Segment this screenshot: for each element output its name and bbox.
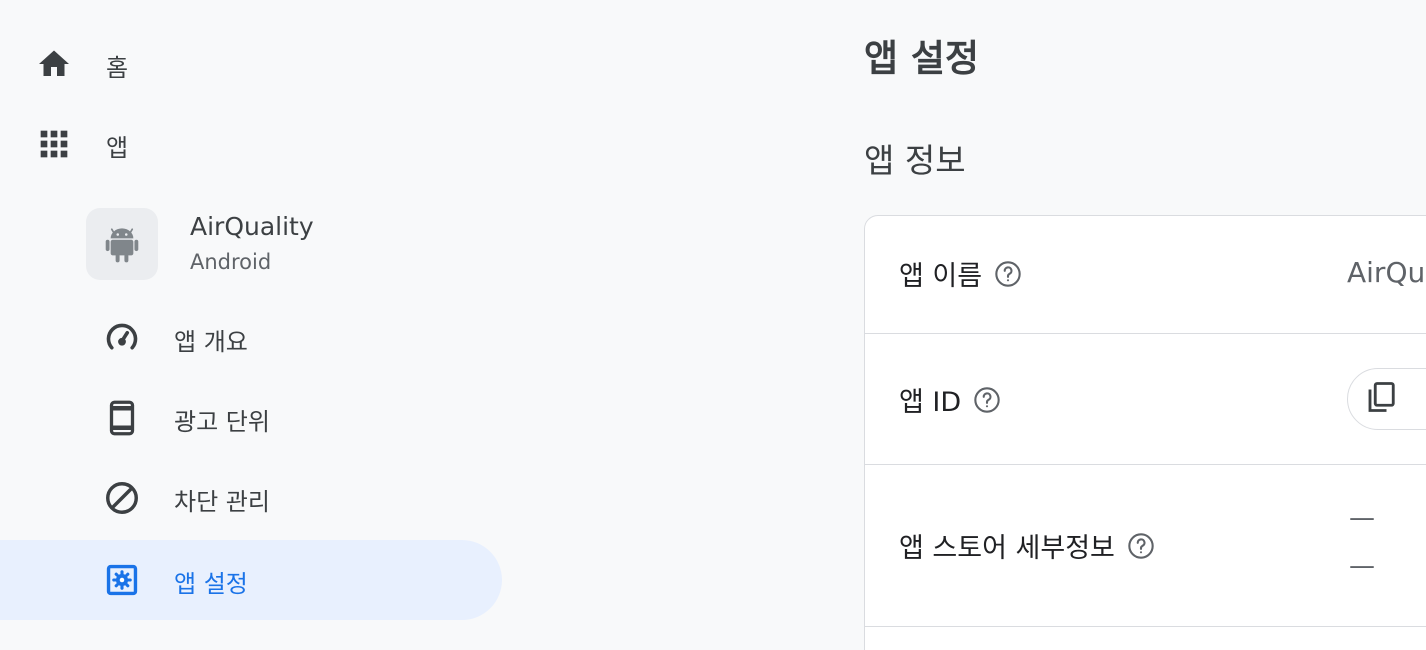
ad-unit-icon bbox=[104, 400, 140, 436]
app-name-row-label-wrap: 앱 이름 bbox=[899, 254, 1022, 293]
app-info-card: 앱 이름 AirQu 앱 ID 앱 스토어 세부정보 — — bbox=[864, 215, 1426, 650]
app-id-row-label: 앱 ID bbox=[899, 387, 962, 418]
nav-ad-units[interactable]: 광고 단위 bbox=[0, 378, 502, 458]
app-platform: Android bbox=[190, 250, 272, 274]
copy-app-id-button[interactable] bbox=[1347, 368, 1426, 430]
block-icon bbox=[104, 480, 140, 516]
app-root: 홈 앱 AirQuality Android 앱 개요 광고 단위 차단 관리 … bbox=[0, 0, 1426, 650]
sidebar: 홈 앱 AirQuality Android 앱 개요 광고 단위 차단 관리 … bbox=[0, 0, 520, 650]
nav-app-overview[interactable]: 앱 개요 bbox=[0, 298, 502, 378]
app-id-row-label-wrap: 앱 ID bbox=[899, 380, 1001, 419]
nav-apps-label: 앱 bbox=[106, 134, 129, 162]
selected-app[interactable]: AirQuality Android bbox=[86, 208, 506, 280]
nav-home[interactable]: 홈 bbox=[0, 29, 520, 99]
settings-app-icon bbox=[104, 562, 140, 598]
app-store-details-row-label: 앱 스토어 세부정보 bbox=[899, 533, 1115, 564]
speedometer-icon bbox=[104, 320, 140, 356]
main-content: 앱 설정 앱 정보 앱 이름 AirQu 앱 ID 앱 스토어 세부정보 — — bbox=[864, 0, 1426, 650]
app-name-value: AirQu bbox=[1347, 256, 1426, 289]
page-title: 앱 설정 bbox=[864, 37, 980, 80]
app-name-row: 앱 이름 AirQu bbox=[865, 216, 1426, 334]
help-icon[interactable] bbox=[973, 386, 1001, 414]
nav-blocking-controls[interactable]: 차단 관리 bbox=[0, 458, 502, 538]
android-icon bbox=[86, 208, 158, 280]
section-title: 앱 정보 bbox=[864, 141, 966, 180]
help-icon[interactable] bbox=[1127, 532, 1155, 560]
app-store-value-1: — bbox=[1349, 503, 1375, 533]
nav-ad-units-label: 광고 단위 bbox=[174, 408, 270, 436]
nav-app-settings[interactable]: 앱 설정 bbox=[0, 540, 502, 620]
nav-app-overview-label: 앱 개요 bbox=[174, 328, 248, 356]
app-store-details-row-label-wrap: 앱 스토어 세부정보 bbox=[899, 526, 1155, 565]
app-name: AirQuality bbox=[190, 212, 314, 241]
home-icon bbox=[36, 46, 72, 82]
copy-icon bbox=[1364, 379, 1400, 419]
app-id-row: 앱 ID bbox=[865, 334, 1426, 465]
nav-blocking-controls-label: 차단 관리 bbox=[174, 488, 270, 516]
app-store-details-row: 앱 스토어 세부정보 — — bbox=[865, 465, 1426, 627]
apps-grid-icon bbox=[36, 126, 72, 162]
nav-home-label: 홈 bbox=[106, 54, 129, 82]
help-icon[interactable] bbox=[994, 260, 1022, 288]
app-name-row-label: 앱 이름 bbox=[899, 261, 983, 292]
app-store-value-2: — bbox=[1349, 551, 1375, 581]
nav-apps[interactable]: 앱 bbox=[0, 109, 520, 179]
nav-app-settings-label: 앱 설정 bbox=[174, 570, 248, 598]
